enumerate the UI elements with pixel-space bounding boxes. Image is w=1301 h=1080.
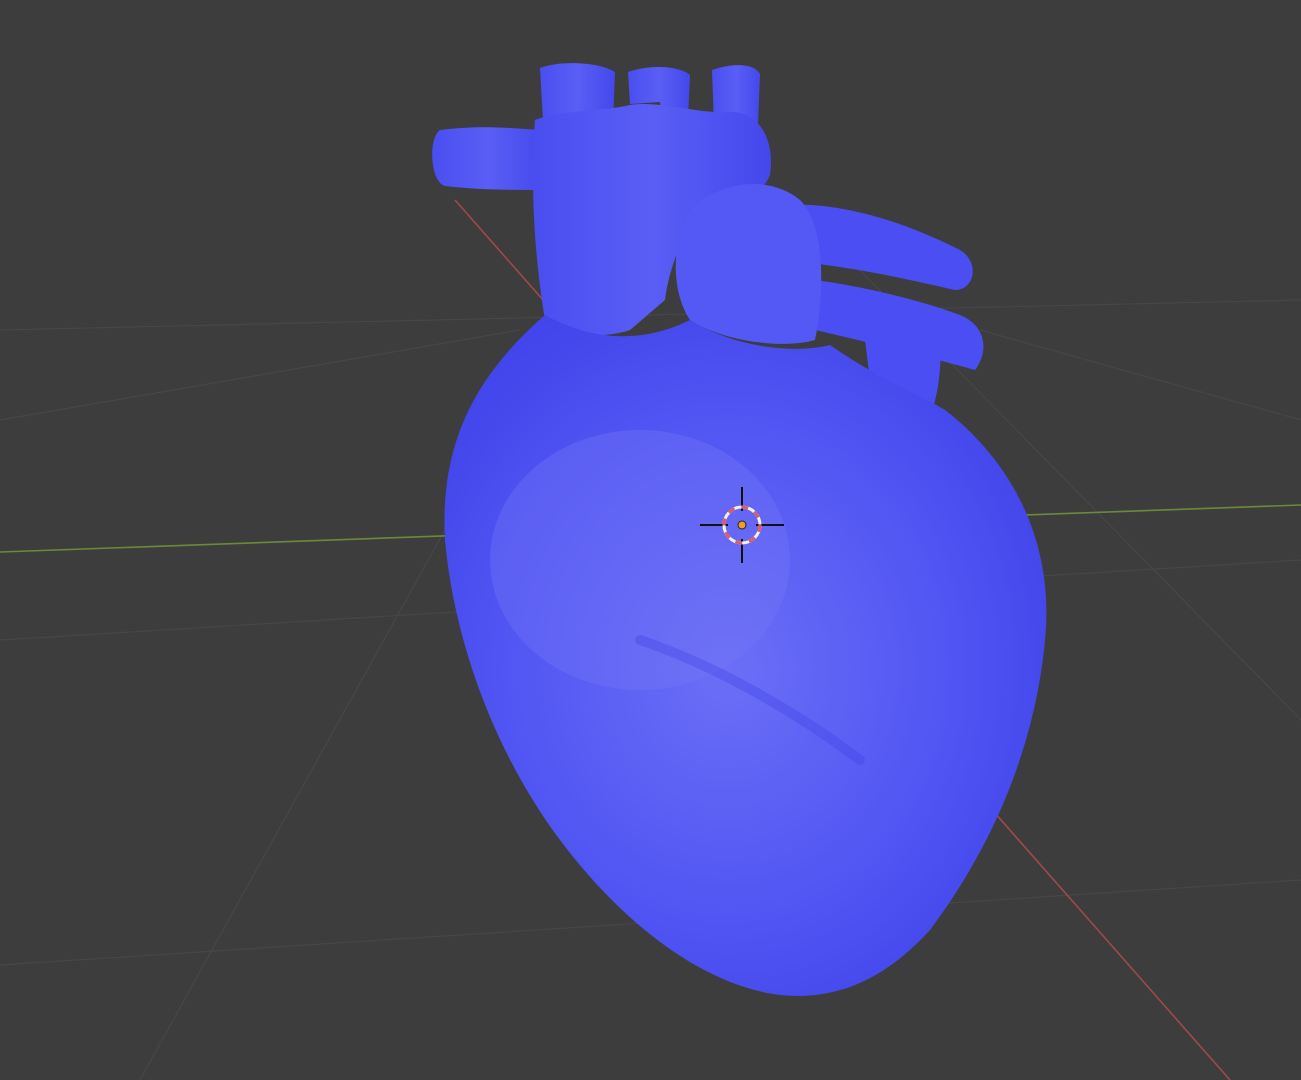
origin-dot-icon [737,520,747,530]
heart-highlight [490,430,790,690]
viewport-scene[interactable] [0,0,1301,1080]
left-vessel [432,127,545,190]
heart-body [444,315,1047,996]
3d-viewport[interactable] [0,0,1301,1080]
pulmonary-trunk [675,183,822,344]
heart-object[interactable] [432,63,1047,996]
